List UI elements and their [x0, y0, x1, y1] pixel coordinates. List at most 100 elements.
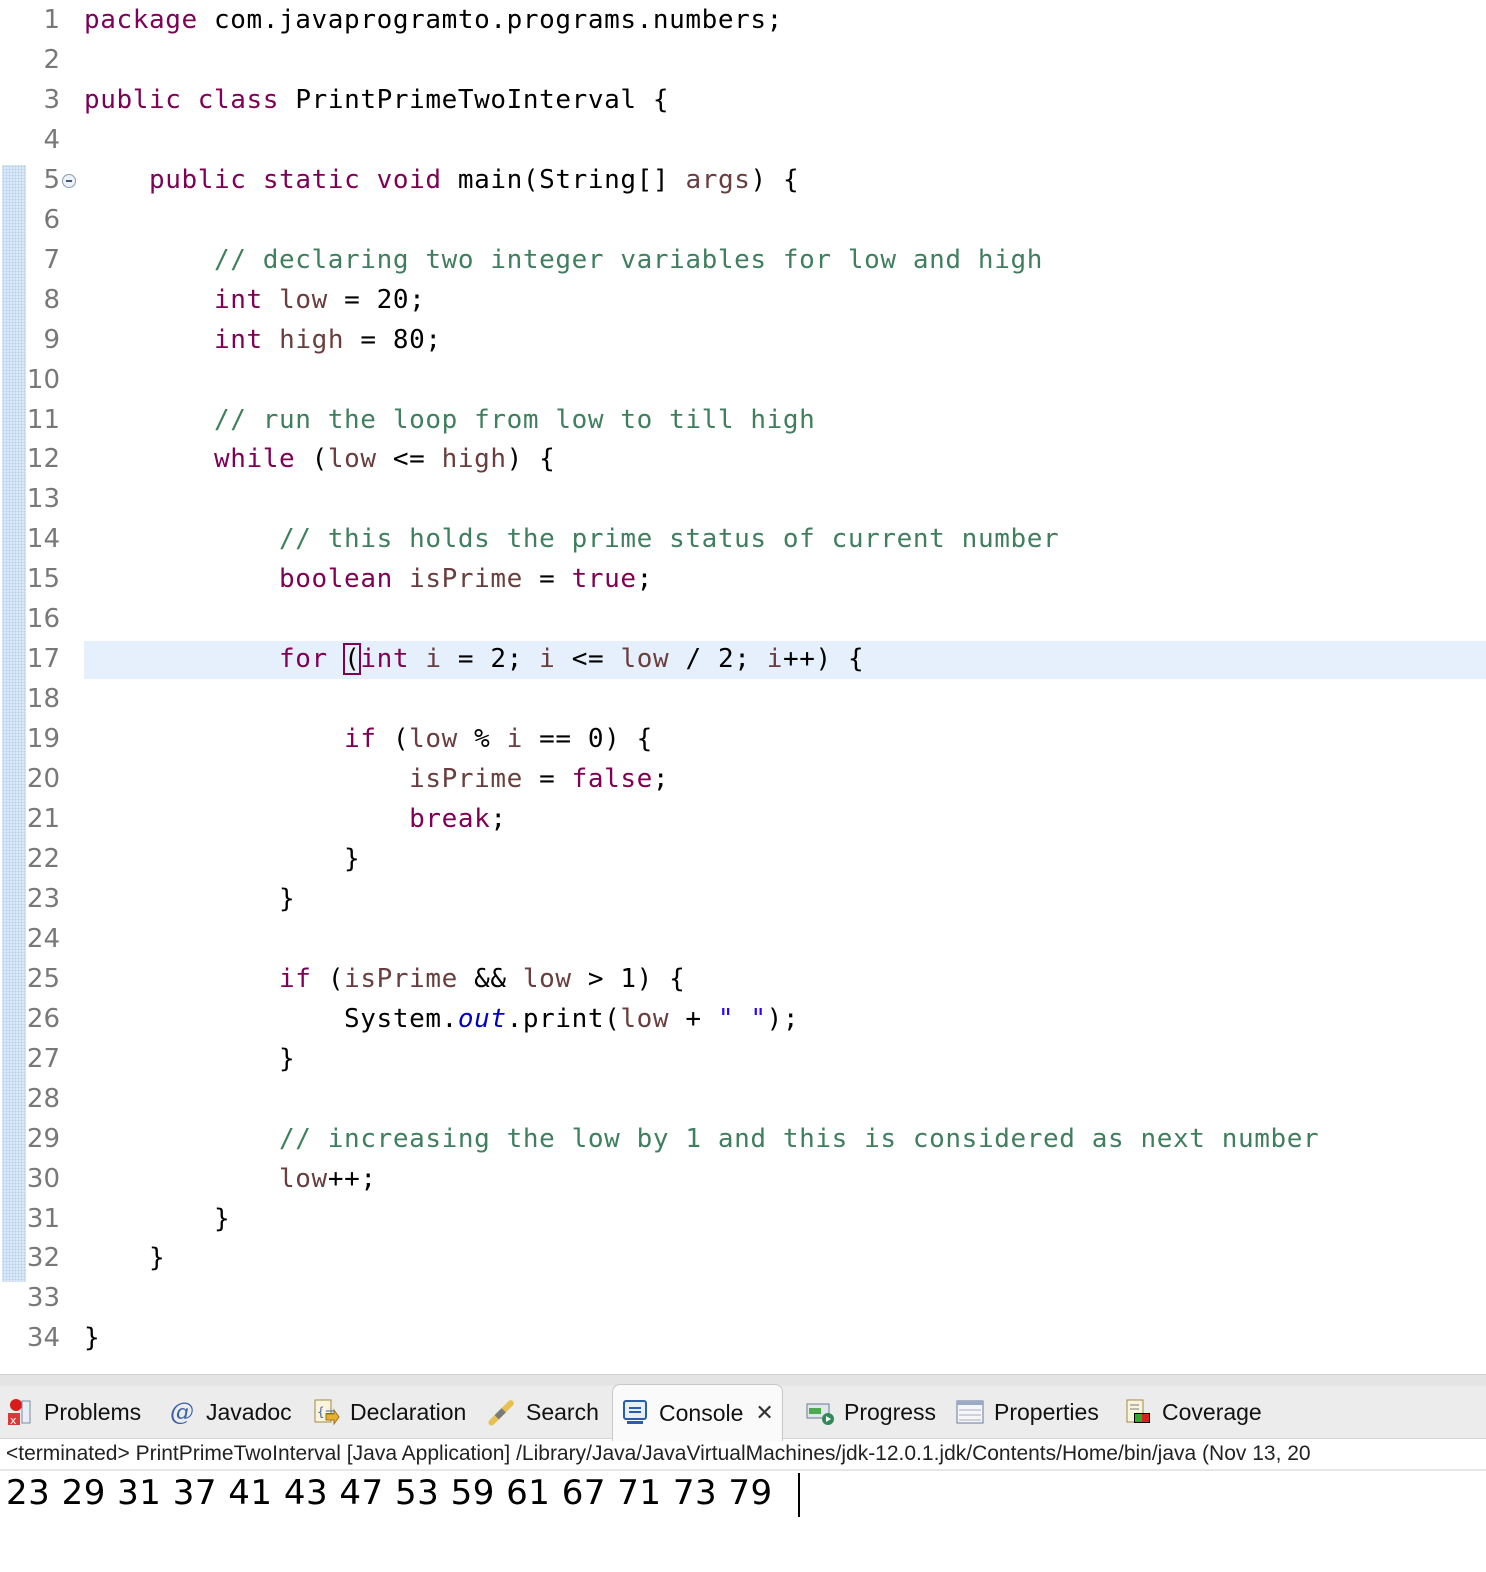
code-line[interactable]: 28	[0, 1079, 1486, 1119]
code-text: System.out.print(low + " ");	[84, 1003, 799, 1035]
tab-label: Search	[526, 1398, 599, 1425]
code-line[interactable]: 8 int low = 20;	[0, 280, 1486, 320]
tab-coverage[interactable]: Coverage	[1124, 1386, 1262, 1438]
code-token: +	[669, 1003, 718, 1034]
code-token: &&	[457, 963, 523, 994]
code-line[interactable]: 15 boolean isPrime = true;	[0, 559, 1486, 599]
line-number: 7	[43, 244, 60, 275]
code-line[interactable]: 18	[0, 679, 1486, 719]
code-line[interactable]: 17 for (int i = 2; i <= low / 2; i++) {	[0, 639, 1486, 680]
code-line[interactable]: 21 break;	[0, 799, 1486, 839]
code-line[interactable]: 2	[0, 40, 1486, 80]
code-line[interactable]: 12 while (low <= high) {	[0, 439, 1486, 479]
tab-console[interactable]: Console ✕	[612, 1384, 783, 1441]
code-text: // this holds the prime status of curren…	[84, 523, 1059, 555]
line-number: 17	[26, 644, 60, 675]
code-line[interactable]: 29 // increasing the low by 1 and this i…	[0, 1119, 1486, 1159]
code-line[interactable]: 1 package com.javaprogramto.programs.numb…	[0, 0, 1486, 40]
code-line[interactable]: 24	[0, 919, 1486, 959]
code-line[interactable]: 20 isPrime = false;	[0, 759, 1486, 799]
fold-collapse-icon[interactable]	[62, 173, 76, 188]
tab-search[interactable]: Search	[488, 1386, 599, 1438]
console-output-text: 23 29 31 37 41 43 47 53 59 61 67 71 73 7…	[6, 1473, 784, 1513]
line-number: 25	[26, 963, 60, 994]
code-token: if	[344, 724, 377, 755]
tab-declaration[interactable]: {= Declaration	[312, 1386, 466, 1438]
console-output[interactable]: 23 29 31 37 41 43 47 53 59 61 67 71 73 7…	[6, 1472, 800, 1517]
code-token: = 2;	[441, 644, 540, 675]
code-line[interactable]: 5 public static void main(String[] args)…	[0, 160, 1486, 200]
code-line[interactable]: 25 if (isPrime && low > 1) {	[0, 959, 1486, 999]
line-number: 14	[26, 524, 60, 555]
code-token: ++) {	[783, 644, 865, 675]
code-line[interactable]: 27 }	[0, 1039, 1486, 1079]
line-number: 13	[26, 484, 60, 515]
code-token: =	[522, 564, 572, 595]
code-line[interactable]: 10	[0, 360, 1486, 400]
code-line[interactable]: 23 }	[0, 879, 1486, 919]
code-token: / 2;	[669, 644, 767, 675]
line-number: 12	[26, 444, 60, 475]
code-line[interactable]: 34}	[0, 1318, 1486, 1358]
code-line[interactable]: 32 }	[0, 1238, 1486, 1278]
code-token: com.javaprogramto.programs.numbers;	[197, 5, 783, 35]
code-token: .print(	[506, 1003, 621, 1034]
coverage-icon	[1124, 1398, 1152, 1426]
code-line[interactable]: 33	[0, 1278, 1486, 1318]
declaration-icon: {=	[312, 1398, 340, 1426]
code-token: }	[84, 1043, 296, 1074]
code-line[interactable]: 19 if (low % i == 0) {	[0, 719, 1486, 759]
code-text: package com.javaprogramto.programs.numbe…	[84, 4, 783, 36]
code-editor[interactable]: 1 package com.javaprogramto.programs.numb…	[0, 0, 1486, 1374]
code-line[interactable]: 22 }	[0, 839, 1486, 879]
code-token: PrintPrimeTwoInterval {	[279, 84, 670, 115]
code-token: }	[84, 1243, 166, 1274]
code-line[interactable]: 11 // run the loop from low to till high	[0, 400, 1486, 440]
code-token: // run the loop from low to till high	[214, 404, 816, 435]
code-text: for (int i = 2; i <= low / 2; i++) {	[84, 643, 865, 676]
code-text: while (low <= high) {	[84, 443, 555, 475]
code-text: }	[84, 1242, 165, 1274]
code-text: low++;	[84, 1163, 377, 1195]
code-line[interactable]: 3 public class PrintPrimeTwoInterval {	[0, 80, 1486, 120]
code-token: i	[425, 644, 442, 675]
close-icon[interactable]: ✕	[755, 1400, 773, 1426]
code-line[interactable]: 31 }	[0, 1199, 1486, 1239]
code-line[interactable]: 7 // declaring two integer variables for…	[0, 240, 1486, 280]
code-line[interactable]: 6	[0, 200, 1486, 240]
tab-properties[interactable]: Properties	[956, 1386, 1099, 1438]
code-text: }	[84, 843, 360, 875]
progress-icon	[806, 1398, 834, 1426]
line-number: 22	[26, 843, 60, 874]
code-token: high	[441, 444, 507, 475]
code-line[interactable]: 9 int high = 80;	[0, 320, 1486, 360]
code-line[interactable]: 16	[0, 599, 1486, 639]
code-line[interactable]: 26 System.out.print(low + " ");	[0, 999, 1486, 1039]
code-token: <=	[376, 444, 442, 475]
code-line[interactable]: 30 low++;	[0, 1159, 1486, 1199]
tab-javadoc[interactable]: @ Javadoc	[168, 1386, 292, 1438]
code-line[interactable]: 4	[0, 120, 1486, 160]
tab-progress[interactable]: Progress	[806, 1386, 936, 1438]
code-token: high	[279, 324, 345, 355]
tab-problems[interactable]: x Problems	[6, 1386, 141, 1438]
line-number: 5	[43, 164, 60, 195]
code-text: }	[84, 1322, 100, 1354]
code-line[interactable]: 13	[0, 479, 1486, 519]
line-number: 6	[43, 204, 60, 235]
code-line[interactable]: 14 // this holds the prime status of cur…	[0, 519, 1486, 559]
code-token: );	[766, 1003, 800, 1034]
code-text: }	[84, 1043, 295, 1075]
line-number: 18	[26, 684, 60, 715]
line-number: 1	[43, 5, 60, 35]
code-token: if	[279, 963, 312, 994]
